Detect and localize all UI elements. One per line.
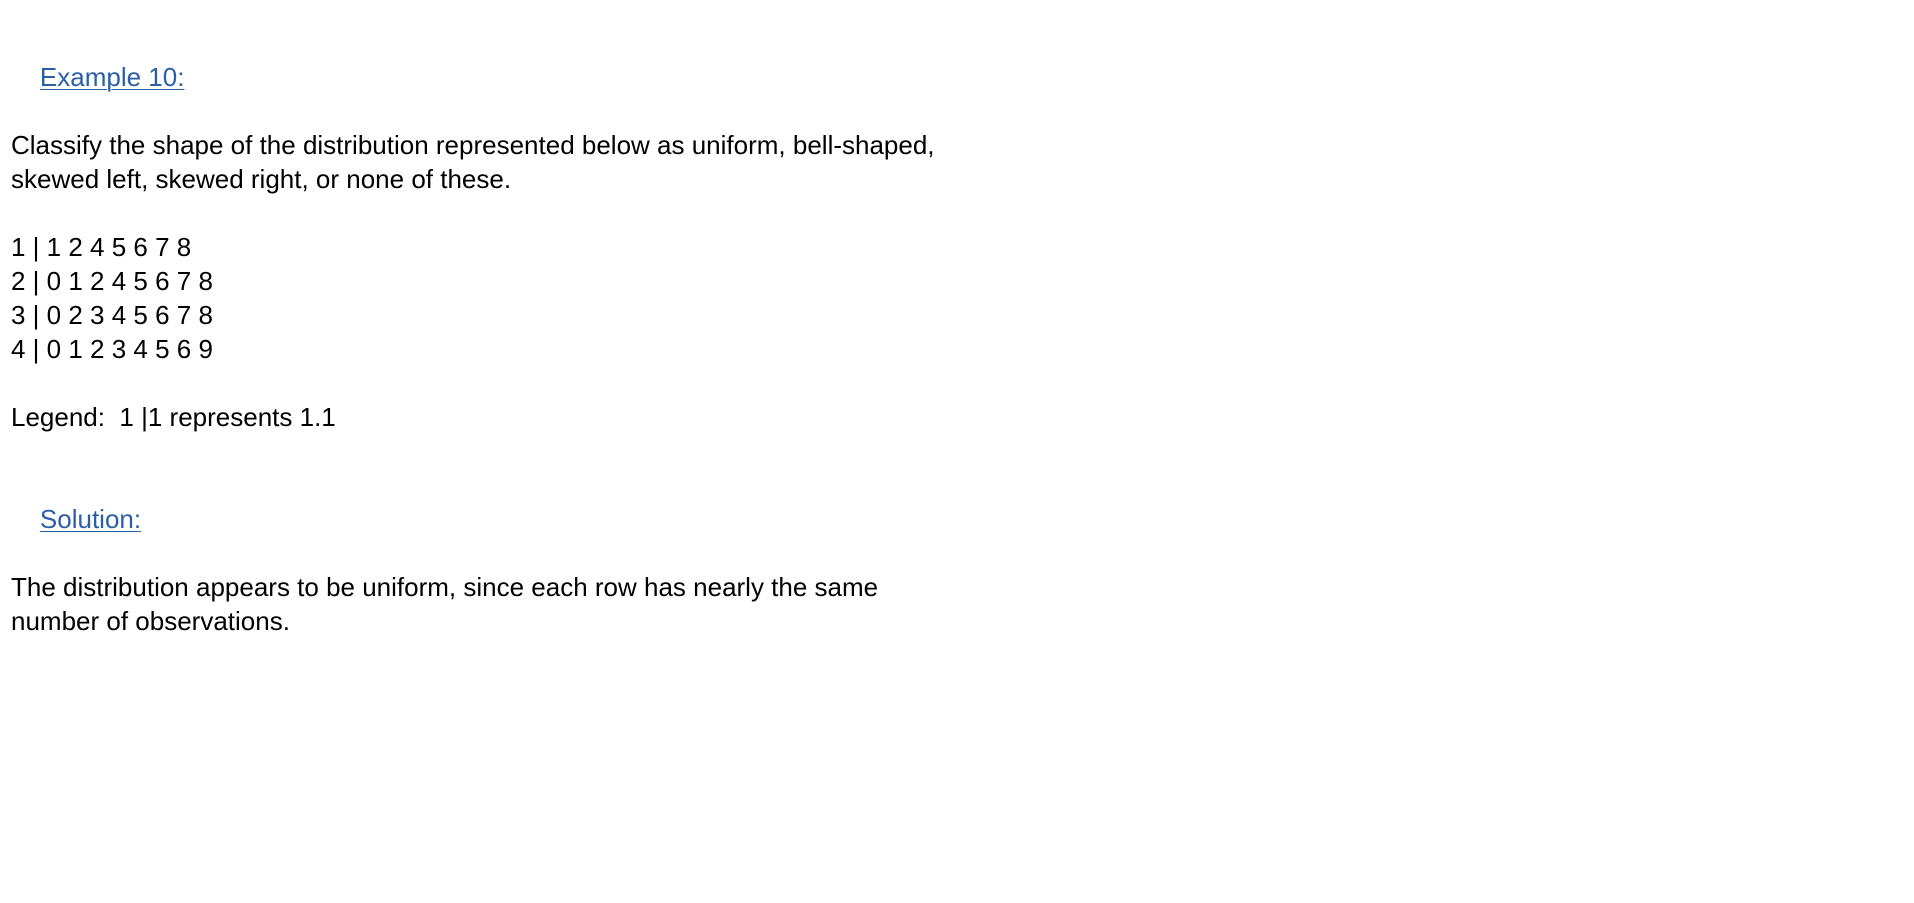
question-line-1: Classify the shape of the distribution r…: [11, 130, 935, 160]
stem-row-1: 1 | 1 2 4 5 6 7 8: [11, 232, 192, 262]
solution-line-1: The distribution appears to be uniform, …: [11, 572, 879, 602]
stem-row-2: 2 | 0 1 2 4 5 6 7 8: [11, 266, 213, 296]
example-heading-line: Example 10:: [11, 26, 1111, 128]
plot-legend: Legend: 1 |1 represents 1.1: [11, 402, 336, 432]
stem-row-3: 3 | 0 2 3 4 5 6 7 8: [11, 300, 213, 330]
solution-heading: Solution:: [39, 504, 142, 534]
document-body: Example 10: Classify the shape of the di…: [11, 26, 1111, 638]
question-line-2: skewed left, skewed right, or none of th…: [11, 164, 512, 194]
example-heading: Example 10:: [39, 62, 185, 92]
stem-and-leaf-plot: 1 | 1 2 4 5 6 7 8 2 | 0 1 2 4 5 6 7 8 3 …: [11, 230, 1111, 366]
solution-line-2: number of observations.: [11, 606, 290, 636]
stem-row-4: 4 | 0 1 2 3 4 5 6 9: [11, 334, 213, 364]
solution-heading-line: Solution:: [11, 468, 1111, 570]
